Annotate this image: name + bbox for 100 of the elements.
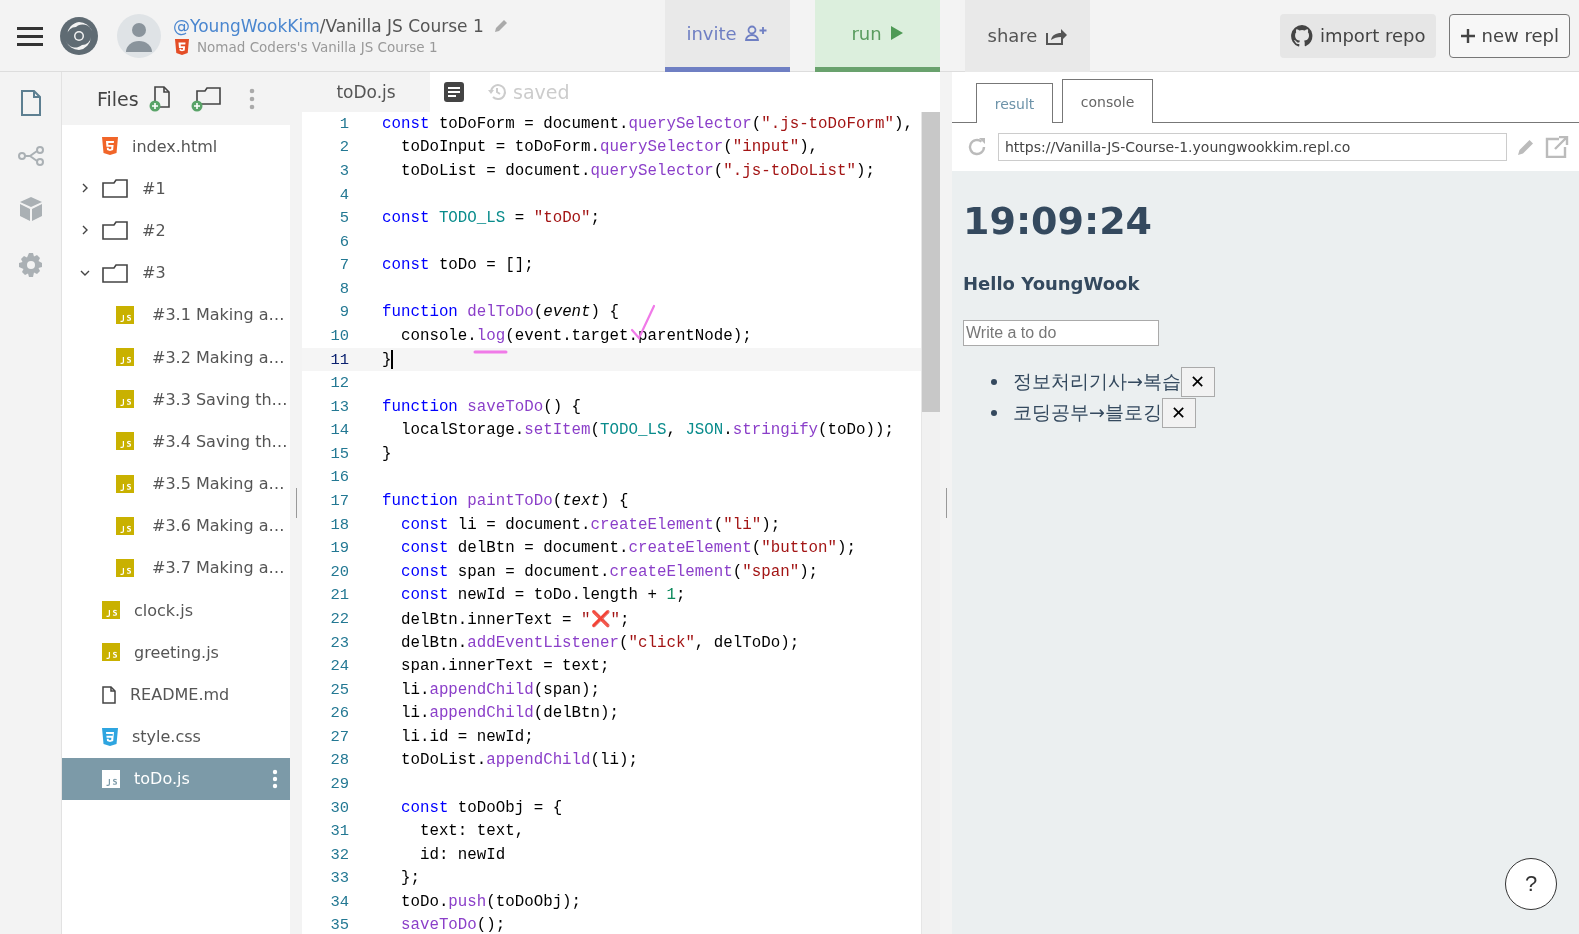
line-number: 23 xyxy=(329,633,349,652)
github-icon xyxy=(1289,23,1314,48)
delete-button[interactable]: ✕ xyxy=(1161,397,1196,428)
more-icon[interactable] xyxy=(248,87,255,110)
js-file-icon xyxy=(102,769,120,788)
pencil-icon[interactable] xyxy=(492,18,509,34)
file-item[interactable]: #3.6 Making a… xyxy=(62,504,290,547)
url-field[interactable]: https://Vanilla-JS-Course-1.youngwookkim.repl.co xyxy=(998,133,1507,161)
code-line: const TODO_LS = "toDo"; xyxy=(382,209,601,228)
add-file-icon[interactable] xyxy=(148,85,173,112)
file-item[interactable]: #1 xyxy=(62,167,290,210)
js-file-icon xyxy=(116,474,134,493)
file-item[interactable]: #3.1 Making a… xyxy=(62,293,290,336)
code-line: li.appendChild(span); xyxy=(399,680,601,699)
js-file-icon xyxy=(116,390,134,409)
file-item[interactable]: clock.js xyxy=(62,589,290,632)
html5-icon xyxy=(175,39,189,55)
format-icon[interactable] xyxy=(444,82,464,102)
file-item[interactable]: greeting.js xyxy=(62,631,290,674)
avatar[interactable] xyxy=(117,13,161,58)
line-number: 13 xyxy=(329,397,349,416)
line-number: 16 xyxy=(329,468,349,487)
css3-icon xyxy=(102,727,118,746)
line-number: 30 xyxy=(329,798,349,817)
code-line: function saveToDo() { xyxy=(382,397,582,416)
new-repl-button[interactable]: new repl xyxy=(1448,13,1570,58)
code-line: const toDo = []; xyxy=(382,256,534,275)
document-icon xyxy=(102,685,116,704)
folder-icon xyxy=(102,178,128,199)
delete-button[interactable]: ✕ xyxy=(1180,366,1215,397)
line-number: 2 xyxy=(338,138,349,157)
line-number: 22 xyxy=(329,609,349,628)
file-item[interactable]: #3.2 Making a… xyxy=(62,335,290,379)
share-nodes-icon[interactable] xyxy=(17,146,44,166)
share-button[interactable]: share xyxy=(965,0,1090,72)
code-line: li.appendChild(delBtn); xyxy=(399,704,619,723)
line-number: 7 xyxy=(338,256,349,275)
add-folder-icon[interactable] xyxy=(190,85,223,112)
line-number: 10 xyxy=(329,327,349,345)
js-file-icon xyxy=(116,432,134,451)
code-line: localStorage.setItem(TODO_LS, JSON.stringify(toDo)); xyxy=(399,421,894,440)
js-file-icon xyxy=(116,516,134,535)
code-line: const delBtn = document.createElement("button"); xyxy=(399,539,857,558)
js-file-icon xyxy=(116,348,134,367)
line-number: 25 xyxy=(329,680,349,699)
code-line: } xyxy=(382,350,392,369)
file-item[interactable]: README.md xyxy=(62,673,290,716)
file-icon[interactable] xyxy=(19,90,42,116)
file-item[interactable]: index.html xyxy=(62,125,290,168)
chevron-right-icon[interactable] xyxy=(80,225,90,236)
html5-icon xyxy=(102,137,118,156)
code-line: delBtn.addEventListener("click", delToDo); xyxy=(399,633,800,652)
code-line: const newId = toDo.length + 1; xyxy=(399,586,686,605)
folder-icon xyxy=(102,262,128,283)
file-item[interactable]: style.css xyxy=(62,715,290,758)
repl-description: Nomad Coders's Vanilla JS Course 1 xyxy=(197,39,438,55)
js-file-icon xyxy=(102,643,120,662)
external-link-icon[interactable] xyxy=(1545,136,1569,158)
todo-text: 코딩공부→블로깅 xyxy=(1013,399,1162,425)
code-line: console.log(event.target.parentNode); xyxy=(399,327,752,345)
chevron-right-icon[interactable] xyxy=(80,183,90,194)
play-icon xyxy=(889,25,904,41)
line-number: 3 xyxy=(338,161,349,180)
line-number: 24 xyxy=(329,657,349,676)
panel-tab[interactable]: console xyxy=(1062,79,1153,123)
more-icon[interactable] xyxy=(272,768,278,789)
pencil-icon[interactable] xyxy=(1517,138,1535,156)
line-number: 5 xyxy=(338,209,349,228)
code-line: li.id = newId; xyxy=(399,727,534,746)
help-button[interactable]: ? xyxy=(1505,858,1557,910)
line-number: 20 xyxy=(329,562,349,581)
file-item[interactable]: #2 xyxy=(62,209,290,252)
settings-icon[interactable] xyxy=(17,252,44,278)
menu-icon[interactable] xyxy=(17,25,43,46)
file-item[interactable]: #3 xyxy=(62,251,290,294)
file-item[interactable]: #3.3 Saving th… xyxy=(62,378,290,421)
line-number: 31 xyxy=(329,822,349,841)
cube-icon[interactable] xyxy=(18,196,43,222)
js-file-icon xyxy=(116,305,134,324)
import-repo-button[interactable]: import repo xyxy=(1279,13,1436,58)
line-number: 11 xyxy=(329,350,349,369)
todo-input[interactable]: Write a to do xyxy=(963,320,1159,346)
share-icon xyxy=(1045,26,1068,45)
code-line: id: newId xyxy=(418,845,506,864)
code-line: text: text, xyxy=(418,822,525,841)
refresh-icon[interactable] xyxy=(966,136,988,158)
file-item[interactable]: #3.4 Saving th… xyxy=(62,420,290,463)
bullet-icon xyxy=(991,378,997,385)
line-number: 19 xyxy=(329,539,349,558)
scrollbar[interactable] xyxy=(921,112,940,934)
line-number: 21 xyxy=(329,586,349,605)
line-number: 35 xyxy=(329,916,349,934)
code-line: span.innerText = text; xyxy=(399,657,610,676)
file-item[interactable]: #3.7 Making a… xyxy=(62,546,290,590)
code-line: const span = document.createElement("span"); xyxy=(399,562,819,581)
file-item[interactable]: #3.5 Making a… xyxy=(62,462,290,505)
line-number: 6 xyxy=(338,232,349,251)
logo-icon[interactable] xyxy=(59,15,99,56)
line-number: 18 xyxy=(329,515,349,534)
file-tab[interactable]: toDo.js xyxy=(302,72,430,112)
